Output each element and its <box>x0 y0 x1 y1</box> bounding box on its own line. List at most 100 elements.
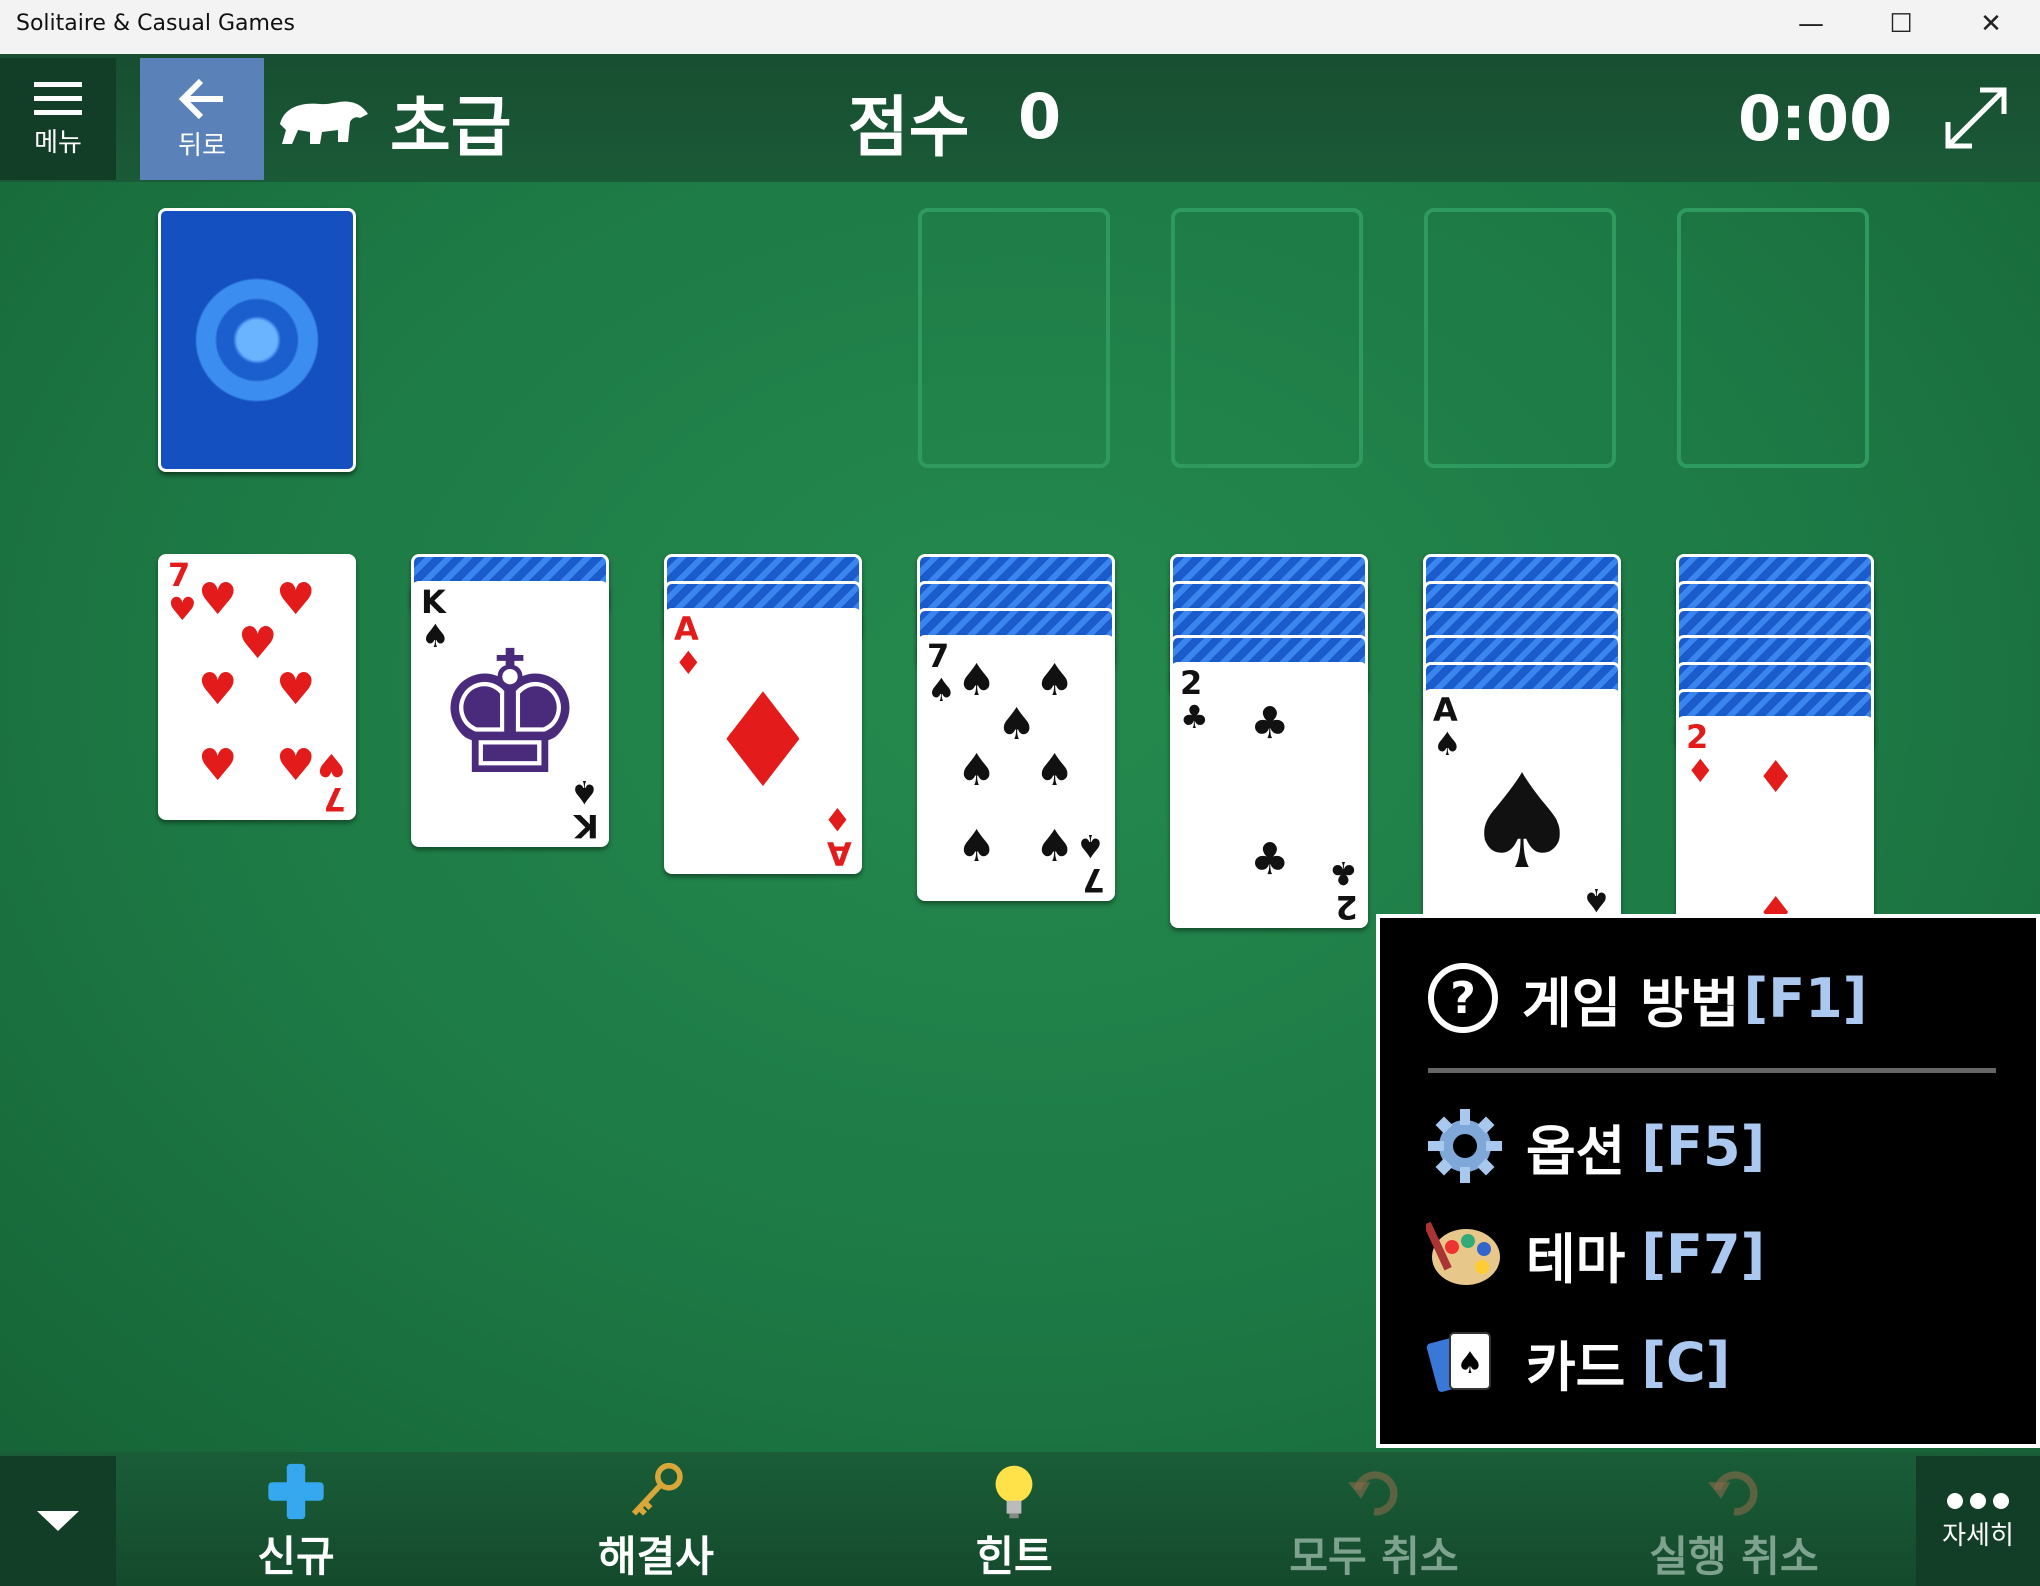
foundation-slot[interactable] <box>1424 208 1616 468</box>
maximize-button[interactable]: ☐ <box>1856 0 1946 48</box>
back-arrow-icon <box>178 78 223 119</box>
foundation-slot[interactable] <box>1677 208 1869 468</box>
card-rank-bottom: 7 ♥ <box>317 746 346 818</box>
card-rank-top: A ♦ <box>674 610 703 682</box>
card-rank-top: 2 ♦ <box>1686 718 1715 790</box>
score-value: 0 <box>1018 80 1062 153</box>
more-menu-popup: ? 게임 방법 [F1] 옵션 [F5] 테마 [F7] ♠ 카드 [C] <box>1376 914 2040 1448</box>
foundation-slot[interactable] <box>1171 208 1363 468</box>
menu-item-label: 게임 방법 <box>1522 971 1740 1035</box>
gear-icon <box>1428 1109 1502 1183</box>
new-game-button[interactable]: 신규 <box>196 1462 396 1584</box>
card-rank-top: 2 ♣ <box>1180 664 1209 736</box>
menu-divider <box>1428 1068 1996 1073</box>
palette-icon <box>1426 1221 1500 1285</box>
svg-text:♠: ♠ <box>1457 1346 1484 1381</box>
card-pip: ♥ <box>198 740 238 791</box>
face-up-card[interactable]: A ♦ A ♦ ♦ <box>664 608 862 874</box>
undo-label: 실행 취소 <box>1649 1532 1819 1581</box>
maximize-icon: ☐ <box>1889 9 1913 39</box>
chevron-down-icon <box>37 1511 79 1531</box>
undo-button[interactable]: 실행 취소 <box>1634 1462 1834 1584</box>
face-up-card[interactable]: 2 ♣ 2 ♣ ♣ ♣ <box>1170 662 1368 928</box>
card-center-pip: ♦ <box>704 665 822 817</box>
hamburger-icon <box>34 81 82 115</box>
game-timer: 0:00 <box>1738 82 1893 155</box>
minimize-icon: — <box>1798 9 1824 39</box>
menu-item-cards[interactable]: ♠ 카드 [C] <box>1426 1322 1730 1402</box>
back-label: 뒤로 <box>178 130 226 161</box>
face-up-card[interactable]: 7 ♠ 7 ♠ ♠ ♠ ♠ ♠ ♠ ♠ ♠ <box>917 635 1115 901</box>
card-pip: ♣ <box>1250 834 1290 885</box>
menu-item-shortcut: [F7] <box>1641 1222 1766 1286</box>
close-icon: ✕ <box>1980 9 2002 39</box>
undo-all-label: 모두 취소 <box>1289 1532 1459 1581</box>
face-up-card[interactable]: 7 ♥ 7 ♥ ♥ ♥ ♥ ♥ ♥ ♥ ♥ <box>158 554 356 820</box>
menu-item-shortcut: [F5] <box>1641 1114 1766 1178</box>
card-pip: ♦ <box>1756 752 1796 803</box>
menu-item-label: 테마 <box>1526 1227 1626 1291</box>
card-pip: ♥ <box>276 664 316 715</box>
polar-bear-icon <box>280 101 368 144</box>
card-pip: ♣ <box>1250 698 1290 749</box>
solver-button[interactable]: 해결사 <box>556 1462 756 1584</box>
foundation-slot[interactable] <box>918 208 1110 468</box>
minimize-button[interactable]: — <box>1766 0 1856 48</box>
key-icon <box>631 1462 683 1516</box>
card-pip: ♠ <box>957 745 997 796</box>
card-rank-bottom: 2 ♣ <box>1329 854 1358 926</box>
card-pip: ♥ <box>276 574 316 625</box>
more-label: 자세히 <box>1942 1520 2014 1551</box>
card-pip: ♠ <box>1035 745 1075 796</box>
face-up-card[interactable]: K ♠ K ♠ ♚ <box>411 581 609 847</box>
card-pip: ♥ <box>198 664 238 715</box>
help-icon: ? <box>1428 963 1498 1033</box>
hint-label: 힌트 <box>975 1532 1053 1581</box>
menu-item-label: 카드 <box>1526 1335 1626 1399</box>
lightbulb-icon <box>995 1465 1033 1519</box>
card-rank-top: A ♠ <box>1433 691 1462 763</box>
menu-item-themes[interactable]: 테마 [F7] <box>1426 1214 1765 1294</box>
close-button[interactable]: ✕ <box>1946 0 2036 48</box>
card-rank-bottom: 7 ♠ <box>1076 827 1105 899</box>
undo-all-icon <box>1348 1471 1398 1516</box>
menu-item-options[interactable]: 옵션 [F5] <box>1426 1106 1765 1186</box>
svg-text:?: ? <box>1450 973 1476 1024</box>
hint-button[interactable]: 힌트 <box>914 1462 1114 1584</box>
card-rank-top: 7 ♠ <box>927 637 956 709</box>
card-pip: ♥ <box>238 618 278 669</box>
menu-button[interactable]: 메뉴 <box>0 58 116 180</box>
undo-all-button[interactable]: 모두 취소 <box>1274 1462 1474 1584</box>
card-pip: ♠ <box>1035 821 1075 872</box>
title-bar: Solitaire & Casual Games — ☐ ✕ <box>0 0 2040 54</box>
card-rank-bottom: A ♦ <box>823 800 852 872</box>
menu-item-shortcut: [C] <box>1641 1330 1731 1394</box>
plus-icon <box>268 1463 324 1520</box>
solver-label: 해결사 <box>598 1532 714 1581</box>
new-game-label: 신규 <box>257 1532 335 1581</box>
more-dots-icon <box>1947 1492 2009 1509</box>
fullscreen-icon[interactable] <box>1940 82 2012 154</box>
score-label: 점수 <box>848 89 970 166</box>
menu-item-label: 옵션 <box>1526 1119 1626 1183</box>
card-pip: ♠ <box>997 699 1037 750</box>
card-pip: ♥ <box>198 574 238 625</box>
card-pip: ♠ <box>957 655 997 706</box>
collapse-toolbar-button[interactable] <box>0 1456 116 1586</box>
card-center-pip: ♠ <box>1463 746 1581 898</box>
window-title: Solitaire & Casual Games <box>16 11 295 36</box>
menu-item-shortcut: [F1] <box>1743 966 1868 1030</box>
more-button[interactable]: 자세히 <box>1916 1456 2040 1586</box>
card-pip: ♠ <box>957 821 997 872</box>
menu-item-how-to-play[interactable]: ? 게임 방법 [F1] <box>1426 958 1867 1038</box>
undo-icon <box>1708 1471 1758 1516</box>
card-rank-top: 7 ♥ <box>168 556 197 628</box>
cards-icon: ♠ <box>1426 1332 1491 1392</box>
back-button[interactable]: 뒤로 <box>140 58 264 180</box>
stock-pile[interactable] <box>158 208 356 472</box>
card-pip: ♥ <box>276 740 316 791</box>
menu-label: 메뉴 <box>34 127 82 158</box>
difficulty-level: 초급 <box>390 89 512 166</box>
card-pip: ♠ <box>1035 655 1075 706</box>
card-face-art: ♚ <box>433 615 587 813</box>
